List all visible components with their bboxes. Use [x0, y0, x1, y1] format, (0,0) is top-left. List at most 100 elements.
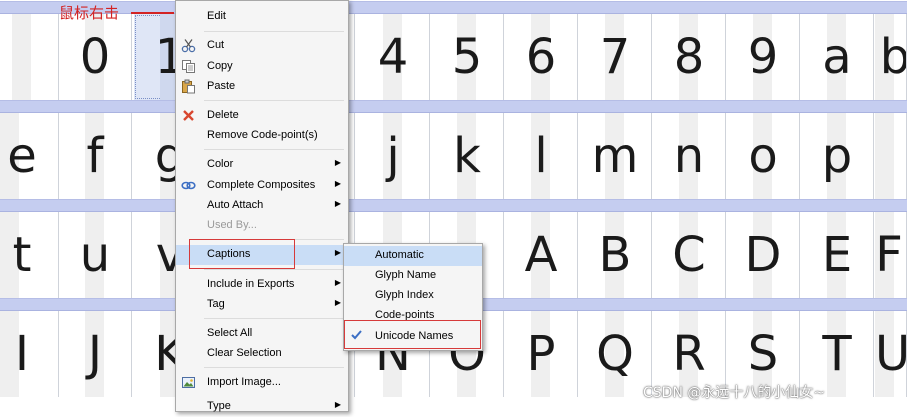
glyph-cell[interactable]: e: [0, 113, 59, 199]
menu-item-copy[interactable]: Copy: [176, 57, 348, 77]
glyph-cell[interactable]: f: [59, 113, 132, 199]
glyph-char: b: [875, 33, 906, 81]
glyph-cell[interactable]: a: [801, 14, 874, 100]
glyph-cell[interactable]: p: [801, 113, 874, 199]
menu-item-import-image[interactable]: Import Image...: [176, 373, 348, 393]
glyph-cell[interactable]: [875, 113, 907, 199]
glyph-cell[interactable]: 5: [431, 14, 504, 100]
glyph-char: l: [534, 128, 548, 184]
menu-item-clear-selection[interactable]: Clear Selection: [176, 344, 348, 364]
glyph-char: p: [821, 128, 853, 184]
context-menu: Edit Cut Copy Paste Delete Remove Code-p…: [175, 0, 349, 412]
annotation-label: 鼠标右击: [59, 4, 120, 22]
glyph-char: 0: [79, 29, 111, 85]
glyph-cell[interactable]: u: [59, 212, 132, 298]
glyph-char: P: [526, 326, 556, 382]
glyph-cell[interactable]: 6: [505, 14, 578, 100]
glyph-cell[interactable]: P: [505, 311, 578, 397]
menu-item-used-by: Used By...: [176, 216, 348, 236]
menu-item-include-in-exports[interactable]: Include in Exports ▶: [176, 275, 348, 295]
scissors-icon: [181, 38, 196, 53]
glyph-cell[interactable]: E: [801, 212, 874, 298]
glyph-cell[interactable]: J: [59, 311, 132, 397]
glyph-cell[interactable]: 7: [579, 14, 652, 100]
glyph-cell[interactable]: [0, 14, 59, 100]
annotation-line: [131, 12, 174, 14]
unicode-names-highlight-box: [344, 320, 481, 349]
glyph-char: D: [744, 227, 782, 283]
glyph-cell[interactable]: 4: [357, 14, 430, 100]
glyph-row: e f g h i j k l m n o p: [0, 100, 907, 199]
submenu-arrow-icon: ▶: [334, 400, 341, 409]
menu-item-label: Delete: [207, 109, 239, 121]
menu-item-label: Auto Attach: [207, 199, 264, 211]
glyph-cell[interactable]: B: [579, 212, 652, 298]
menu-item-label: Automatic: [375, 249, 424, 261]
menu-item-tag[interactable]: Tag ▶: [176, 295, 348, 315]
menu-separator: [204, 149, 344, 150]
glyph-char: 5: [451, 29, 483, 85]
menu-item-label: Cut: [207, 39, 225, 51]
submenu-arrow-icon: ▶: [334, 278, 341, 287]
menu-item-edit[interactable]: Edit: [176, 7, 348, 27]
glyph-char: S: [747, 326, 779, 382]
menu-item-complete-composites[interactable]: Complete Composites ▶: [176, 176, 348, 196]
menu-item-label: Edit: [207, 10, 226, 22]
menu-item-label: Remove Code-point(s): [207, 129, 318, 141]
glyph-char: o: [748, 128, 778, 184]
menu-separator: [204, 100, 344, 101]
glyph-row: 0 1 2 3 4 5 6 7 8 9 a b: [0, 1, 907, 100]
glyph-cell[interactable]: b: [875, 14, 907, 100]
submenu-arrow-icon: ▶: [334, 298, 341, 307]
glyph-cell[interactable]: o: [727, 113, 800, 199]
glyph-char: 8: [673, 29, 705, 85]
menu-item-label: Paste: [207, 80, 236, 92]
glyph-cell[interactable]: k: [431, 113, 504, 199]
menu-item-color[interactable]: Color ▶: [176, 155, 348, 175]
glyph-cell[interactable]: C: [653, 212, 726, 298]
glyph-char: B: [598, 227, 632, 283]
glyph-cell[interactable]: n: [653, 113, 726, 199]
menu-item-select-all[interactable]: Select All: [176, 324, 348, 344]
glyph-cell[interactable]: m: [579, 113, 652, 199]
submenu-arrow-icon: ▶: [334, 199, 341, 208]
watermark: CSDN @永远十八的小仙女~: [643, 385, 826, 401]
glyph-cell[interactable]: t: [0, 212, 59, 298]
menu-item-paste[interactable]: Paste: [176, 77, 348, 97]
menu-item-label: Import Image...: [207, 376, 281, 388]
glyph-char: E: [821, 227, 853, 283]
glyph-char: u: [79, 227, 111, 283]
submenu-arrow-icon: ▶: [334, 248, 341, 257]
glyph-char: 6: [525, 29, 557, 85]
menu-separator: [204, 269, 344, 270]
glyph-cell[interactable]: 0: [59, 14, 132, 100]
glyph-cell[interactable]: A: [505, 212, 578, 298]
submenu-item-glyph-index[interactable]: Glyph Index: [344, 286, 482, 306]
glyph-cell[interactable]: Q: [579, 311, 652, 397]
menu-item-label: Color: [207, 158, 234, 170]
menu-item-delete[interactable]: Delete: [176, 106, 348, 126]
menu-item-type[interactable]: Type ▶: [176, 397, 348, 417]
submenu-item-automatic[interactable]: Automatic: [344, 246, 482, 266]
submenu-arrow-icon: ▶: [334, 158, 341, 167]
glyph-cell[interactable]: l: [505, 113, 578, 199]
glyph-cell[interactable]: 8: [653, 14, 726, 100]
image-icon: [181, 375, 196, 390]
glyph-cell[interactable]: F: [875, 212, 907, 298]
glyph-char: Q: [596, 326, 634, 382]
menu-item-remove-code-points[interactable]: Remove Code-point(s): [176, 126, 348, 146]
glyph-cell[interactable]: 9: [727, 14, 800, 100]
glyph-char: k: [453, 128, 481, 184]
glyph-cell[interactable]: j: [357, 113, 430, 199]
glyph-cell[interactable]: I: [0, 311, 59, 397]
menu-item-auto-attach[interactable]: Auto Attach ▶: [176, 196, 348, 216]
glyph-cell[interactable]: D: [727, 212, 800, 298]
glyph-cell[interactable]: U: [875, 311, 907, 397]
submenu-item-glyph-name[interactable]: Glyph Name: [344, 266, 482, 286]
glyph-char: I: [14, 326, 30, 382]
menu-item-label: Used By...: [207, 219, 257, 231]
menu-item-label: Select All: [207, 327, 253, 339]
menu-item-cut[interactable]: Cut: [176, 36, 348, 56]
glyph-char: a: [822, 29, 852, 85]
paste-icon: [181, 79, 196, 94]
